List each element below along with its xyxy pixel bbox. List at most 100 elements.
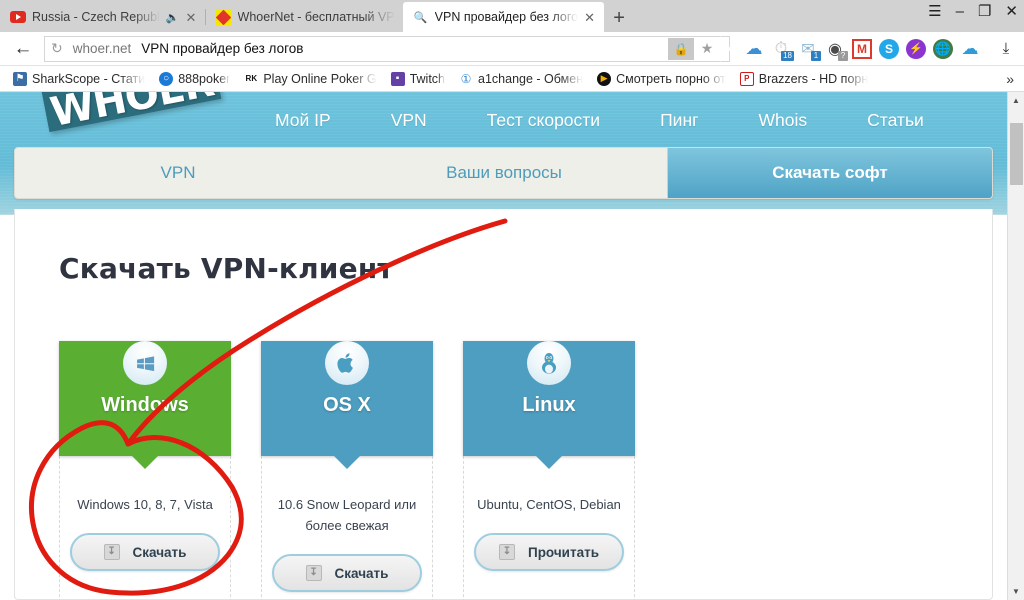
bookmark-item[interactable]: P Brazzers - HD порн	[733, 71, 876, 86]
bookmark-item[interactable]: ○ 888poker	[152, 71, 237, 86]
upload-cloud-extension-icon[interactable]: ☁	[960, 39, 980, 59]
tab-close-icon[interactable]: ✕	[186, 11, 198, 24]
browser-tab-2[interactable]: WhoerNet - бесплатный VP	[204, 2, 403, 32]
os-card-osx: OS X 10.6 Snow Leopard или более свежая …	[261, 317, 433, 600]
section-tabs-wrapper: VPN Ваши вопросы Скачать софт	[14, 147, 993, 199]
back-button[interactable]: ←	[8, 38, 38, 60]
brazzers-icon: P	[739, 71, 754, 86]
os-card-header: OS X	[261, 341, 433, 469]
scrollbar-thumb[interactable]	[1009, 123, 1023, 185]
tab-download-software[interactable]: Скачать софт	[667, 148, 992, 198]
bookmark-label: 888poker	[178, 71, 231, 86]
site-navigation: Мой IP VPN Тест скорости Пинг Whois Стат…	[245, 92, 954, 148]
new-tab-button[interactable]: +	[604, 4, 634, 32]
os-card-description: Windows 10, 8, 7, Vista	[77, 497, 213, 512]
cloud-extension-icon[interactable]: ☁	[744, 39, 764, 59]
bookmark-label: a1change - Обмен	[478, 71, 584, 86]
os-name: Windows	[101, 394, 189, 416]
nav-item-vpn[interactable]: VPN	[361, 110, 457, 131]
bookmark-label: Twitch	[409, 71, 446, 86]
reload-icon[interactable]: ↻	[51, 40, 63, 57]
page-viewport: WHOER Мой IP VPN Тест скорости Пинг Whoi…	[0, 92, 1024, 600]
os-card-body: 10.6 Snow Leopard или более свежая ↧ Ска…	[261, 456, 433, 600]
read-button-linux[interactable]: ↧ Прочитать	[474, 533, 624, 572]
scroll-up-arrow-icon[interactable]: ▲	[1008, 92, 1024, 109]
tab-title: VPN провайдер без лого	[434, 10, 579, 24]
address-bar[interactable]: ↻ whoer.net VPN провайдер без логов 🔒 ★	[44, 35, 731, 62]
badge-count: 1	[811, 50, 821, 61]
bookmarks-bar: ⚑ SharkScope - Стати ○ 888poker RK Play …	[0, 66, 1024, 92]
nav-item-my-ip[interactable]: Мой IP	[245, 110, 361, 131]
a1change-icon: ①	[459, 71, 474, 86]
nav-item-whois[interactable]: Whois	[729, 110, 838, 131]
tab-vpn[interactable]: VPN	[15, 148, 341, 198]
linux-penguin-icon	[527, 341, 571, 385]
play-video-icon: ▶	[597, 71, 612, 86]
nav-item-articles[interactable]: Статьи	[837, 110, 954, 131]
target-extension-icon[interactable]: ◉?	[825, 39, 848, 61]
bookmark-item[interactable]: ① a1change - Обмен	[452, 71, 590, 86]
gmail-extension-icon[interactable]: M	[852, 38, 872, 59]
tab-your-questions[interactable]: Ваши вопросы	[341, 148, 667, 198]
whoer-logo[interactable]: WHOER	[37, 92, 222, 133]
page-title: Скачать VPN-клиент	[59, 252, 394, 285]
sharkscope-icon: ⚑	[13, 71, 27, 86]
scrollbar-track[interactable]	[1008, 109, 1024, 583]
os-card-description: Ubuntu, CentOS, Debian	[477, 497, 621, 512]
download-button-osx[interactable]: ↧ Скачать	[272, 554, 422, 593]
browser-tab-3-active[interactable]: 🔍 VPN провайдер без лого ✕	[402, 2, 605, 32]
url-host: whoer.net	[72, 41, 132, 56]
omnibox-edge	[720, 35, 731, 62]
badge-count: 18	[781, 50, 794, 61]
bookmark-item[interactable]: ⚑ SharkScope - Стати	[6, 71, 152, 86]
bookmark-item[interactable]: ▪ Twitch	[384, 71, 452, 86]
mail-extension-icon[interactable]: ✉ 1	[798, 39, 821, 61]
hamburger-menu-icon[interactable]: ☰	[928, 4, 941, 19]
os-card-header: Windows	[59, 341, 231, 469]
download-button-label: Прочитать	[527, 544, 600, 560]
close-window-icon[interactable]: ✕	[1005, 4, 1018, 19]
page-content: Скачать VPN-клиент Windows Windows 10, 8…	[14, 209, 993, 600]
bookmark-item[interactable]: ▶ Смотреть порно от	[590, 71, 733, 86]
bookmark-star-icon[interactable]: ★	[694, 38, 720, 60]
tab-title: WhoerNet - бесплатный VP	[237, 10, 395, 24]
bookmark-item[interactable]: RK Play Online Poker G	[237, 71, 383, 86]
flash-extension-icon[interactable]: ⚡	[906, 38, 926, 59]
lock-icon[interactable]: 🔒	[668, 37, 694, 60]
download-button-windows[interactable]: ↧ Скачать	[70, 533, 220, 572]
download-icon: ↧	[305, 565, 322, 582]
nav-item-ping[interactable]: Пинг	[630, 110, 728, 131]
omnibox-actions: 🔒 ★	[668, 35, 731, 62]
download-icon: ↧	[498, 544, 515, 561]
restore-icon[interactable]: ❐	[978, 4, 991, 19]
badge-count: ?	[838, 50, 848, 61]
os-card-body: Windows 10, 8, 7, Vista ↧ Скачать	[59, 456, 231, 600]
browser-window: Russia - Czech Republ 🔈 ✕ WhoerNet - бес…	[0, 0, 1024, 600]
card-pointer	[536, 456, 562, 469]
web-page: WHOER Мой IP VPN Тест скорости Пинг Whoi…	[0, 92, 1007, 600]
os-card-list: Windows Windows 10, 8, 7, Vista ↧ Скачат…	[59, 317, 992, 600]
extension-toolbar: ☁ ⏱ 18 ✉ 1 ◉? M S ⚡ 🌐 ☁	[736, 38, 980, 61]
minimize-icon[interactable]: –	[956, 4, 964, 19]
browser-tab-1[interactable]: Russia - Czech Republ 🔈 ✕	[0, 2, 206, 32]
download-button-label: Скачать	[132, 544, 187, 560]
search-icon: 🔍	[413, 11, 428, 24]
os-card-body: Ubuntu, CentOS, Debian ↧ Прочитать	[463, 456, 635, 600]
scroll-down-arrow-icon[interactable]: ▼	[1008, 583, 1024, 600]
skype-extension-icon[interactable]: S	[879, 38, 899, 59]
tab-audio-icon[interactable]: 🔈	[166, 11, 180, 24]
clock-extension-icon[interactable]: ⏱ 18	[771, 39, 794, 61]
twitch-icon: ▪	[390, 71, 405, 86]
nav-item-speed-test[interactable]: Тест скорости	[457, 110, 630, 131]
page-scrollbar[interactable]: ▲ ▼	[1007, 92, 1024, 600]
os-name: Linux	[522, 394, 576, 416]
globe-extension-icon[interactable]: 🌐	[933, 38, 953, 59]
bookmark-label: SharkScope - Стати	[32, 71, 146, 86]
bookmarks-overflow-button[interactable]: »	[1006, 71, 1018, 87]
window-controls: ☰ – ❐ ✕	[928, 4, 1018, 19]
section-tabs: VPN Ваши вопросы Скачать софт	[14, 147, 993, 199]
downloads-button[interactable]: ⤓	[996, 40, 1016, 57]
tab-strip: Russia - Czech Republ 🔈 ✕ WhoerNet - бес…	[0, 0, 1024, 32]
tab-close-icon[interactable]: ✕	[584, 11, 596, 24]
os-card-description: 10.6 Snow Leopard или более свежая	[277, 497, 417, 534]
